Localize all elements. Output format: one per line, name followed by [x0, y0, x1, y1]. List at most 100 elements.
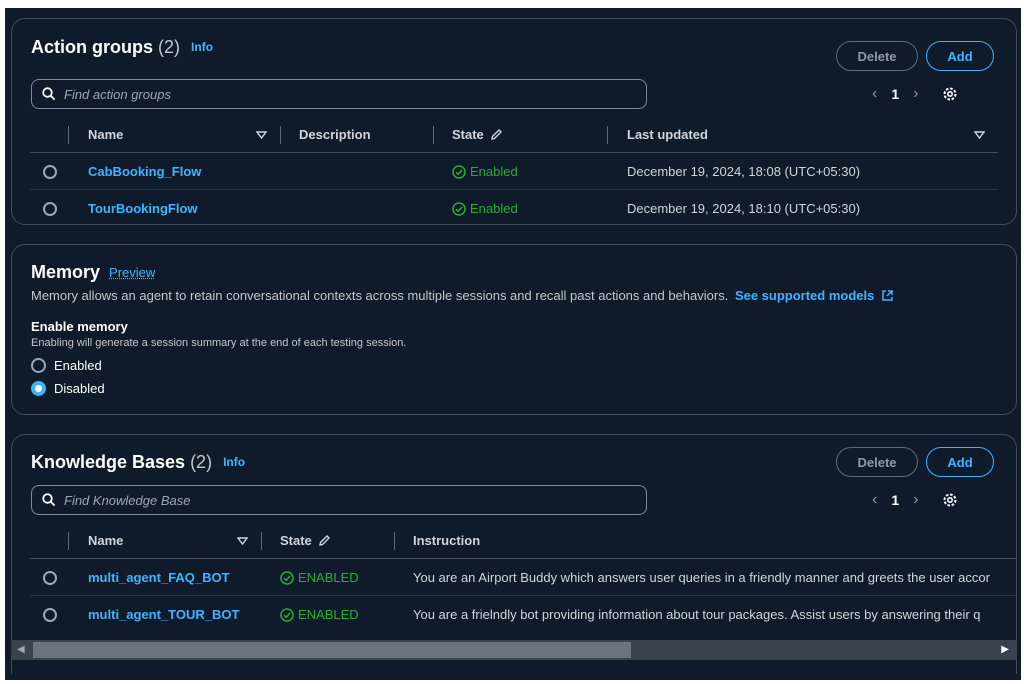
action-groups-delete-button[interactable]: Delete — [836, 41, 918, 71]
knowledge-bases-panel: Knowledge Bases (2) Info Delete Add ‹ 1 … — [11, 434, 1017, 674]
memory-title-text: Memory — [31, 262, 101, 282]
status-text: Enabled — [470, 201, 518, 216]
status-badge: Enabled — [452, 201, 518, 216]
app-frame: Action groups (2) Info Delete Add ‹ 1 › … — [5, 8, 1021, 680]
column-separator[interactable] — [394, 532, 395, 550]
supported-models-link[interactable]: See supported models — [735, 288, 894, 303]
sort-caret-icon[interactable] — [237, 537, 248, 545]
column-separator — [68, 126, 69, 144]
action-groups-add-button[interactable]: Add — [926, 41, 994, 71]
knowledge-bases-table-body: multi_agent_FAQ_BOT ENABLED You are an A… — [30, 559, 1016, 633]
page-number[interactable]: 1 — [891, 492, 899, 508]
column-state[interactable]: State — [280, 533, 331, 548]
column-instruction[interactable]: Instruction — [413, 533, 480, 548]
status-text: Enabled — [470, 164, 518, 179]
search-icon — [42, 87, 56, 101]
row-select-radio[interactable] — [43, 571, 57, 585]
table-row[interactable]: multi_agent_TOUR_BOT ENABLED You are a f… — [30, 596, 1016, 633]
action-groups-panel: Action groups (2) Info Delete Add ‹ 1 › … — [11, 18, 1017, 225]
action-groups-info-link[interactable]: Info — [191, 40, 213, 54]
action-groups-search-input[interactable] — [64, 86, 604, 102]
action-groups-pagination: ‹ 1 › — [872, 85, 958, 103]
scroll-left-arrow-icon[interactable]: ◀ — [17, 644, 25, 655]
gear-icon[interactable] — [942, 86, 958, 102]
column-description[interactable]: Description — [299, 127, 371, 142]
external-link-icon[interactable] — [881, 289, 894, 302]
memory-title: Memory Preview — [31, 262, 155, 283]
gear-icon[interactable] — [942, 492, 958, 508]
row-select-radio[interactable] — [43, 608, 57, 622]
column-separator[interactable] — [433, 126, 434, 144]
memory-enabled-radio[interactable] — [31, 357, 46, 373]
supported-models-link-text[interactable]: See supported models — [735, 288, 874, 303]
status-badge: Enabled — [452, 164, 518, 179]
action-group-name-link[interactable]: TourBookingFlow — [88, 201, 198, 216]
action-groups-search[interactable] — [31, 79, 647, 109]
memory-option-enabled[interactable]: Enabled — [31, 356, 102, 374]
search-icon — [42, 493, 56, 507]
memory-description: Memory allows an agent to retain convers… — [31, 288, 894, 303]
chevron-right-icon[interactable]: › — [913, 85, 918, 103]
scrollbar-thumb[interactable] — [33, 642, 631, 658]
chevron-left-icon[interactable]: ‹ — [872, 85, 877, 103]
status-badge: ENABLED — [280, 570, 359, 585]
knowledge-base-name-link[interactable]: multi_agent_FAQ_BOT — [88, 570, 230, 585]
column-state-label: State — [452, 127, 484, 142]
knowledge-bases-add-button[interactable]: Add — [926, 447, 994, 477]
chevron-right-icon[interactable]: › — [913, 491, 918, 509]
action-group-name-link[interactable]: CabBooking_Flow — [88, 164, 201, 179]
last-updated-cell: December 19, 2024, 18:08 (UTC+05:30) — [627, 164, 861, 179]
action-groups-table-body: CabBooking_Flow Enabled December 19, 202… — [30, 153, 998, 227]
table-row[interactable]: CabBooking_Flow Enabled December 19, 202… — [30, 153, 998, 190]
memory-preview-link[interactable]: Preview — [109, 265, 155, 280]
action-groups-title: Action groups (2) Info — [31, 37, 213, 58]
action-groups-title-text: Action groups — [31, 37, 153, 57]
column-separator[interactable] — [261, 532, 262, 550]
table-row[interactable]: multi_agent_FAQ_BOT ENABLED You are an A… — [30, 559, 1016, 596]
check-circle-icon — [280, 607, 294, 622]
sort-caret-icon[interactable] — [974, 131, 985, 139]
column-separator[interactable] — [607, 126, 608, 144]
knowledge-bases-count: (2) — [190, 452, 213, 472]
row-select-radio[interactable] — [43, 202, 57, 216]
column-name[interactable]: Name — [88, 533, 123, 548]
knowledge-base-name-link[interactable]: multi_agent_TOUR_BOT — [88, 607, 239, 622]
scroll-right-arrow-icon[interactable]: ▶ — [1001, 644, 1009, 655]
column-state[interactable]: State — [452, 127, 503, 142]
memory-disabled-label[interactable]: Disabled — [54, 381, 105, 396]
memory-enabled-label[interactable]: Enabled — [54, 358, 102, 373]
memory-panel: Memory Preview Memory allows an agent to… — [11, 244, 1017, 415]
pencil-icon — [491, 129, 503, 140]
row-select-radio[interactable] — [43, 165, 57, 179]
sort-caret-icon[interactable] — [256, 131, 267, 139]
column-separator[interactable] — [280, 126, 281, 144]
last-updated-cell: December 19, 2024, 18:10 (UTC+05:30) — [627, 201, 861, 216]
knowledge-bases-delete-button[interactable]: Delete — [836, 447, 918, 477]
check-circle-icon — [280, 570, 294, 585]
instruction-cell: You are a frielndly bot providing inform… — [413, 607, 981, 622]
check-circle-icon — [452, 201, 466, 216]
horizontal-scrollbar[interactable]: ◀ ▶ — [11, 640, 1017, 660]
memory-disabled-radio[interactable] — [31, 380, 46, 396]
knowledge-bases-info-link[interactable]: Info — [223, 455, 245, 469]
instruction-cell: You are an Airport Buddy which answers u… — [413, 570, 990, 585]
action-groups-table-header: Name Description State Last updated — [30, 117, 998, 153]
memory-option-disabled[interactable]: Disabled — [31, 379, 105, 397]
check-circle-icon — [452, 164, 466, 179]
chevron-left-icon[interactable]: ‹ — [872, 491, 877, 509]
enable-memory-label: Enable memory — [31, 319, 128, 334]
status-text: ENABLED — [298, 607, 359, 622]
enable-memory-hint: Enabling will generate a session summary… — [31, 337, 407, 349]
column-name[interactable]: Name — [88, 127, 123, 142]
status-badge: ENABLED — [280, 607, 359, 622]
knowledge-bases-search-input[interactable] — [64, 492, 604, 508]
table-row[interactable]: TourBookingFlow Enabled December 19, 202… — [30, 190, 998, 227]
action-groups-count: (2) — [158, 37, 181, 57]
column-separator — [68, 532, 69, 550]
knowledge-bases-pagination: ‹ 1 › — [872, 491, 958, 509]
column-last-updated[interactable]: Last updated — [627, 127, 708, 142]
knowledge-bases-title: Knowledge Bases (2) Info — [31, 452, 245, 473]
page-number[interactable]: 1 — [891, 86, 899, 102]
memory-description-text: Memory allows an agent to retain convers… — [31, 288, 729, 303]
knowledge-bases-search[interactable] — [31, 485, 647, 515]
